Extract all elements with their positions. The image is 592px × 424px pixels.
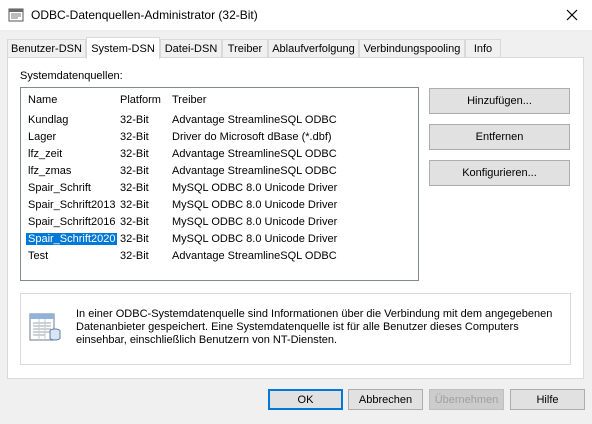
- list-item[interactable]: Test 32-Bit Advantage StreamlineSQL ODBC: [21, 248, 418, 265]
- data-source-driver: Advantage StreamlineSQL ODBC: [172, 250, 337, 262]
- help-button[interactable]: Hilfe: [510, 389, 585, 410]
- apply-button-label: Übernehmen: [434, 393, 499, 406]
- data-source-name: Kundlag: [28, 114, 69, 126]
- data-source-name: lfz_zeit: [28, 148, 63, 160]
- column-header-name[interactable]: Name: [28, 94, 57, 106]
- tab-label: Benutzer-DSN: [11, 42, 82, 55]
- list-item[interactable]: Kundlag 32-Bit Advantage StreamlineSQL O…: [21, 112, 418, 129]
- tab-info[interactable]: Info: [465, 39, 501, 57]
- data-source-name: Lager: [28, 131, 57, 143]
- list-item[interactable]: Spair_Schrift 32-Bit MySQL ODBC 8.0 Unic…: [21, 180, 418, 197]
- data-source-driver: Advantage StreamlineSQL ODBC: [172, 165, 337, 177]
- data-source-list[interactable]: Name Platform Treiber Kundlag 32-Bit Adv…: [20, 87, 419, 281]
- help-button-label: Hilfe: [536, 393, 559, 406]
- close-button[interactable]: [552, 0, 592, 30]
- data-source-platform: 32-Bit: [120, 114, 149, 126]
- cancel-button-label: Abbrechen: [358, 393, 413, 406]
- tab-ablaufverfolgung[interactable]: Ablaufverfolgung: [268, 39, 359, 57]
- title-bar: ODBC-Datenquellen-Administrator (32-Bit): [0, 0, 592, 30]
- list-item[interactable]: lfz_zmas 32-Bit Advantage StreamlineSQL …: [21, 163, 418, 180]
- odbc-app-icon: [8, 8, 24, 22]
- column-header-driver[interactable]: Treiber: [172, 94, 206, 106]
- list-item[interactable]: lfz_zeit 32-Bit Advantage StreamlineSQL …: [21, 146, 418, 163]
- data-source-platform: 32-Bit: [120, 182, 149, 194]
- list-item[interactable]: Spair_Schrift2013 32-Bit MySQL ODBC 8.0 …: [21, 197, 418, 214]
- data-source-driver: MySQL ODBC 8.0 Unicode Driver: [172, 199, 338, 211]
- data-source-driver: MySQL ODBC 8.0 Unicode Driver: [172, 216, 338, 228]
- info-text: In einer ODBC-Systemdatenquelle sind Inf…: [76, 308, 553, 346]
- data-source-platform: 32-Bit: [120, 250, 149, 262]
- data-source-name: Spair_Schrift2013: [28, 199, 116, 211]
- system-data-sources-label: Systemdatenquellen:: [20, 70, 123, 82]
- list-item[interactable]: Spair_Schrift2016 32-Bit MySQL ODBC 8.0 …: [21, 214, 418, 231]
- info-box: In einer ODBC-Systemdatenquelle sind Inf…: [20, 293, 571, 365]
- cancel-button[interactable]: Abbrechen: [348, 389, 423, 410]
- data-source-platform: 32-Bit: [120, 199, 149, 211]
- list-item-selected[interactable]: Spair_Schrift2020 32-Bit MySQL ODBC 8.0 …: [21, 231, 418, 248]
- data-source-driver: Advantage StreamlineSQL ODBC: [172, 114, 337, 126]
- tab-system-dsn[interactable]: System-DSN: [86, 37, 160, 59]
- data-source-platform: 32-Bit: [120, 165, 149, 177]
- tab-benutzer-dsn[interactable]: Benutzer-DSN: [7, 39, 86, 57]
- data-source-platform: 32-Bit: [120, 148, 149, 160]
- data-source-driver: MySQL ODBC 8.0 Unicode Driver: [172, 233, 338, 245]
- tab-label: Treiber: [227, 42, 263, 55]
- tab-treiber[interactable]: Treiber: [222, 39, 268, 57]
- data-source-name: lfz_zmas: [28, 165, 72, 177]
- tab-datei-dsn[interactable]: Datei-DSN: [160, 39, 222, 57]
- ok-button[interactable]: OK: [268, 389, 343, 410]
- data-source-name: Test: [28, 250, 49, 262]
- close-icon: [566, 9, 578, 21]
- data-source-driver: MySQL ODBC 8.0 Unicode Driver: [172, 182, 338, 194]
- data-source-platform: 32-Bit: [120, 233, 149, 245]
- system-dsn-panel: Systemdatenquellen: Name Platform Treibe…: [7, 57, 584, 379]
- tab-label: Verbindungspooling: [363, 42, 461, 55]
- data-source-name: Spair_Schrift2020: [26, 233, 118, 245]
- data-source-name: Spair_Schrift2016: [28, 216, 116, 228]
- apply-button[interactable]: Übernehmen: [429, 389, 504, 410]
- column-header-platform[interactable]: Platform: [120, 94, 161, 106]
- remove-button[interactable]: Entfernen: [429, 124, 570, 150]
- tab-label: Info: [473, 42, 493, 55]
- window-title: ODBC-Datenquellen-Administrator (32-Bit): [31, 8, 258, 22]
- data-source-name: Spair_Schrift: [28, 182, 91, 194]
- list-item[interactable]: Lager 32-Bit Driver do Microsoft dBase (…: [21, 129, 418, 146]
- list-header: Name Platform Treiber: [21, 94, 418, 110]
- tab-verbindungspooling[interactable]: Verbindungspooling: [359, 39, 465, 57]
- data-source-driver: Advantage StreamlineSQL ODBC: [172, 148, 337, 160]
- tab-label: Ablaufverfolgung: [272, 42, 355, 55]
- data-source-icon: [29, 313, 61, 341]
- ok-button-label: OK: [297, 393, 314, 406]
- add-button[interactable]: Hinzufügen...: [429, 88, 570, 114]
- tab-label: Datei-DSN: [164, 42, 218, 55]
- tab-strip: Benutzer-DSN System-DSN Datei-DSN Treibe…: [0, 37, 592, 59]
- data-source-platform: 32-Bit: [120, 131, 149, 143]
- data-source-platform: 32-Bit: [120, 216, 149, 228]
- data-source-driver: Driver do Microsoft dBase (*.dbf): [172, 131, 332, 143]
- tab-label: System-DSN: [91, 42, 155, 55]
- configure-button[interactable]: Konfigurieren...: [429, 160, 570, 186]
